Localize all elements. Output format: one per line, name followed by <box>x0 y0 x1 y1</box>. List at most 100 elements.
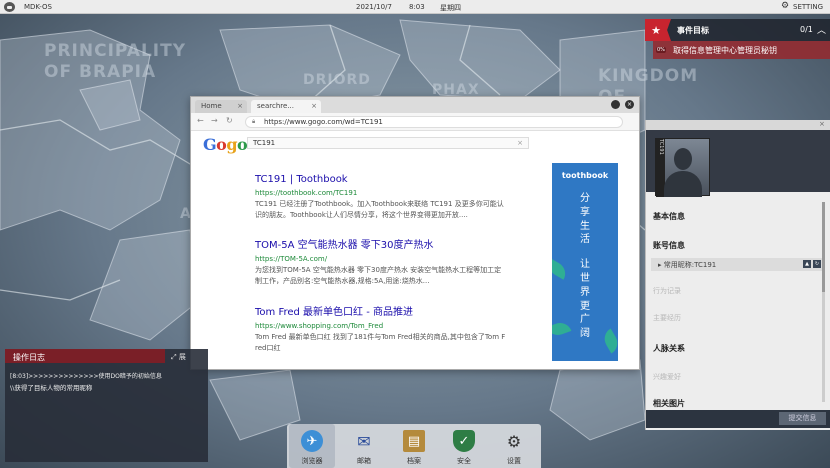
ad-char: 享 <box>580 206 590 218</box>
event-progress-count: 0/1 <box>800 25 813 34</box>
result-title-link[interactable]: Tom Fred 最新单色口红 - 商品推进 <box>255 306 540 319</box>
event-objective-panel: ★ 事件目标 0/1 ︿ 0% 取得信息管理中心管理员秘钥 <box>645 19 830 59</box>
locked-hobbies: 兴趣爱好 <box>653 373 681 381</box>
search-input[interactable]: TC191 × <box>247 137 529 149</box>
locked-main-experience: 主要经历 <box>653 314 681 322</box>
section-basic-info[interactable]: 基本信息 <box>653 211 685 222</box>
os-name: MDK-OS <box>24 3 52 11</box>
ad-brand: toothbook <box>561 171 609 180</box>
nickname-row[interactable]: ▸ 常用昵称:TC191 ▲ ↻ <box>651 258 823 271</box>
clear-icon[interactable]: × <box>517 139 523 147</box>
mail-icon: ✉ <box>357 431 371 451</box>
dock-mail[interactable]: ✉ 邮箱 <box>341 424 387 468</box>
ad-char: 活 <box>580 234 590 246</box>
event-task-row[interactable]: 0% 取得信息管理中心管理员秘钥 <box>653 41 830 59</box>
section-relations[interactable]: 人脉关系 <box>653 343 685 354</box>
section-account-info[interactable]: 账号信息 <box>653 240 685 251</box>
ad-char: 世 <box>580 272 590 284</box>
back-arrow-icon[interactable]: ← <box>197 116 204 125</box>
logo-letter: o <box>237 135 248 154</box>
os-logo-icon[interactable] <box>4 2 15 12</box>
dock-label: 邮箱 <box>357 457 371 465</box>
gogo-logo[interactable]: Gogo <box>203 135 248 154</box>
tab-label: Home <box>201 102 222 110</box>
dock-files[interactable]: ▤ 档案 <box>391 424 437 468</box>
toothbook-ad-banner[interactable]: toothbook 分 享 生 活 让 世 界 更 广 阔 <box>552 163 618 361</box>
browser-nav-bar: ← → ↻ 🔒︎ https://www.gogo.com/wd=TC191 <box>191 113 639 131</box>
log-line: \\获得了目标人物的常用昵称 <box>10 384 93 392</box>
ad-char: 界 <box>580 286 590 298</box>
ad-char <box>578 247 592 258</box>
close-icon[interactable]: × <box>237 102 243 110</box>
tab-home[interactable]: Home × <box>195 100 247 113</box>
profile-banner: TC191 <box>646 130 830 197</box>
chevron-up-icon[interactable]: ︿ <box>817 23 826 36</box>
map-label-phax: PHAX <box>432 82 480 98</box>
submit-info-button[interactable]: 提交信息 <box>779 412 826 425</box>
minimize-button[interactable] <box>611 100 620 109</box>
search-query: TC191 <box>253 139 276 147</box>
search-result: TC191 | Toothbook https://toothbook.com/… <box>255 173 540 221</box>
result-description: red口红 <box>255 344 281 352</box>
search-result: Tom Fred 最新单色口红 - 商品推进 https://www.shopp… <box>255 306 540 354</box>
target-profile-panel: × TC191 基本信息 账号信息 ▸ 常用昵称:TC191 ▲ ↻ 行为记录 … <box>645 120 830 430</box>
info-icon[interactable]: ▲ <box>803 260 811 268</box>
section-related-photos[interactable]: 相关图片 <box>653 398 685 409</box>
result-url[interactable]: https://TOM-5A.com/ <box>255 254 540 265</box>
result-description: Tom Fred 最新单色口红 找到了181件与Tom Fred相关的商品,其中… <box>255 333 506 341</box>
log-title: 操作日志 <box>13 353 45 362</box>
avatar: TC191 <box>655 138 710 197</box>
result-title-link[interactable]: TC191 | Toothbook <box>255 173 540 186</box>
refresh-icon[interactable]: ↻ <box>813 260 821 268</box>
event-title: 事件目标 <box>677 26 709 35</box>
star-icon: ★ <box>645 19 671 41</box>
result-description: 识的朋友。Toothbook让人们尽情分享，将这个世界变得更加开放.... <box>255 211 468 219</box>
expand-label: 展 <box>178 353 186 361</box>
dock-browser[interactable]: ✈ 浏览器 <box>289 424 335 468</box>
result-url[interactable]: https://www.shopping.com/Tom_Fred <box>255 321 540 332</box>
leaf-decoration <box>600 328 618 354</box>
address-bar[interactable]: 🔒︎ https://www.gogo.com/wd=TC191 <box>245 116 623 128</box>
system-weekday: 星期四 <box>440 4 461 12</box>
log-header: 操作日志 <box>5 349 165 363</box>
event-header[interactable]: ★ 事件目标 0/1 ︿ <box>645 19 830 41</box>
result-title-link[interactable]: TOM-5A 空气能热水器 零下30度产热水 <box>255 239 540 252</box>
globe-icon: ✈ <box>301 430 323 452</box>
reload-icon[interactable]: ↻ <box>226 116 233 125</box>
dock-label: 浏览器 <box>301 457 323 465</box>
scrollbar-thumb[interactable] <box>822 202 825 292</box>
tab-search-results[interactable]: searchre... × <box>251 100 321 113</box>
folder-icon: ▤ <box>403 430 425 452</box>
setting-button[interactable]: SETTING <box>793 3 823 11</box>
system-date: 2021/10/7 <box>356 3 392 11</box>
ad-char: 分 <box>580 193 590 204</box>
task-percent-badge: 0% <box>656 47 666 53</box>
system-top-bar: MDK-OS 2021/10/7 8:03 星期四 ⚙ SETTING <box>0 0 830 14</box>
dock-label: 档案 <box>407 457 421 465</box>
expand-button[interactable]: ⤢ 展 <box>171 352 186 362</box>
close-window-button[interactable]: × <box>625 100 634 109</box>
scrollbar[interactable] <box>822 202 825 402</box>
ad-char: 生 <box>580 220 590 232</box>
close-icon[interactable]: × <box>311 102 317 110</box>
browser-window: Home × searchre... × × ← → ↻ 🔒︎ https://… <box>190 96 640 370</box>
forward-arrow-icon[interactable]: → <box>211 116 218 125</box>
result-url[interactable]: https://toothbook.com/TC191 <box>255 188 540 199</box>
profile-title-bar: × <box>646 120 830 130</box>
gear-icon[interactable]: ⚙ <box>781 2 789 11</box>
avatar-body <box>664 171 702 197</box>
map-label-driord: DRIORD <box>303 72 371 88</box>
map-label-kingdom: KINGDOM <box>598 66 699 86</box>
close-icon[interactable]: × <box>819 120 825 128</box>
lock-icon: 🔒︎ <box>252 118 256 125</box>
result-description: 制工作，产品别名:空气能热水器,规格:5A,用途:烧热水... <box>255 277 430 285</box>
app-dock: ✈ 浏览器 ✉ 邮箱 ▤ 档案 ✓ 安全 ⚙ 设置 <box>287 424 541 468</box>
dock-settings[interactable]: ⚙ 设置 <box>491 424 537 468</box>
leaf-decoration <box>552 258 570 280</box>
tab-label: searchre... <box>257 102 294 110</box>
shield-icon: ✓ <box>453 430 475 452</box>
search-result: TOM-5A 空气能热水器 零下30度产热水 https://TOM-5A.co… <box>255 239 540 287</box>
ad-char: 广 <box>580 314 590 326</box>
dock-security[interactable]: ✓ 安全 <box>441 424 487 468</box>
map-label-principality: PRINCIPALITY <box>44 41 187 61</box>
